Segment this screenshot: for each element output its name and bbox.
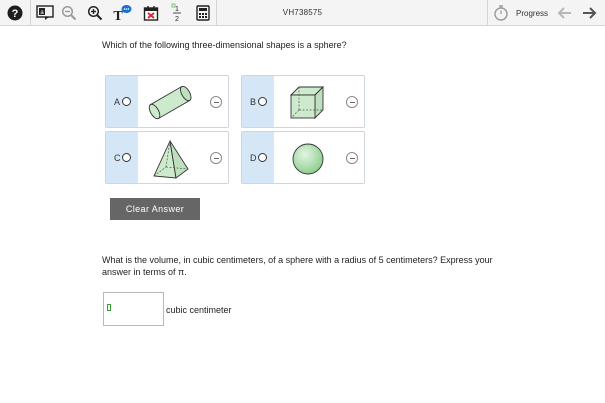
back-arrow-icon[interactable]	[554, 3, 574, 23]
option-d-radio[interactable]	[258, 153, 267, 162]
cube-icon	[282, 82, 332, 122]
item-id: VH738575	[282, 8, 323, 17]
svg-text:2: 2	[175, 16, 179, 23]
option-a-radio[interactable]	[122, 97, 131, 106]
clear-answer-button[interactable]: Clear Answer	[110, 198, 200, 220]
option-d[interactable]: D	[241, 131, 365, 184]
pyramid-icon	[146, 138, 196, 179]
option-c[interactable]: C	[105, 131, 229, 184]
question-1-prompt: Which of the following three-dimensional…	[102, 40, 347, 50]
toolbar: ? a T 12 VH738575 Progress	[0, 0, 605, 26]
option-c-radio[interactable]	[122, 153, 131, 162]
unit-label: cubic centimeter	[166, 305, 232, 315]
option-b-eliminate-button[interactable]	[346, 96, 358, 108]
question-2-prompt: What is the volume, in cubic centimeters…	[102, 255, 493, 277]
option-a-letter: A	[114, 97, 121, 107]
timer-icon[interactable]	[491, 3, 511, 23]
option-b-letter: B	[250, 97, 257, 107]
text-cursor	[107, 304, 111, 311]
cylinder-icon	[146, 82, 196, 122]
progress-button[interactable]: Progress	[516, 9, 548, 18]
option-d-letter: D	[250, 153, 257, 163]
sphere-icon	[282, 138, 332, 178]
option-a[interactable]: A	[105, 75, 229, 128]
answer-input[interactable]	[103, 292, 164, 326]
option-b[interactable]: B	[241, 75, 365, 128]
toolbar-divider	[487, 0, 488, 26]
option-d-eliminate-button[interactable]	[346, 152, 358, 164]
option-b-radio[interactable]	[258, 97, 267, 106]
option-c-letter: C	[114, 153, 121, 163]
next-arrow-icon[interactable]	[580, 3, 600, 23]
option-c-eliminate-button[interactable]	[210, 152, 222, 164]
option-a-eliminate-button[interactable]	[210, 96, 222, 108]
